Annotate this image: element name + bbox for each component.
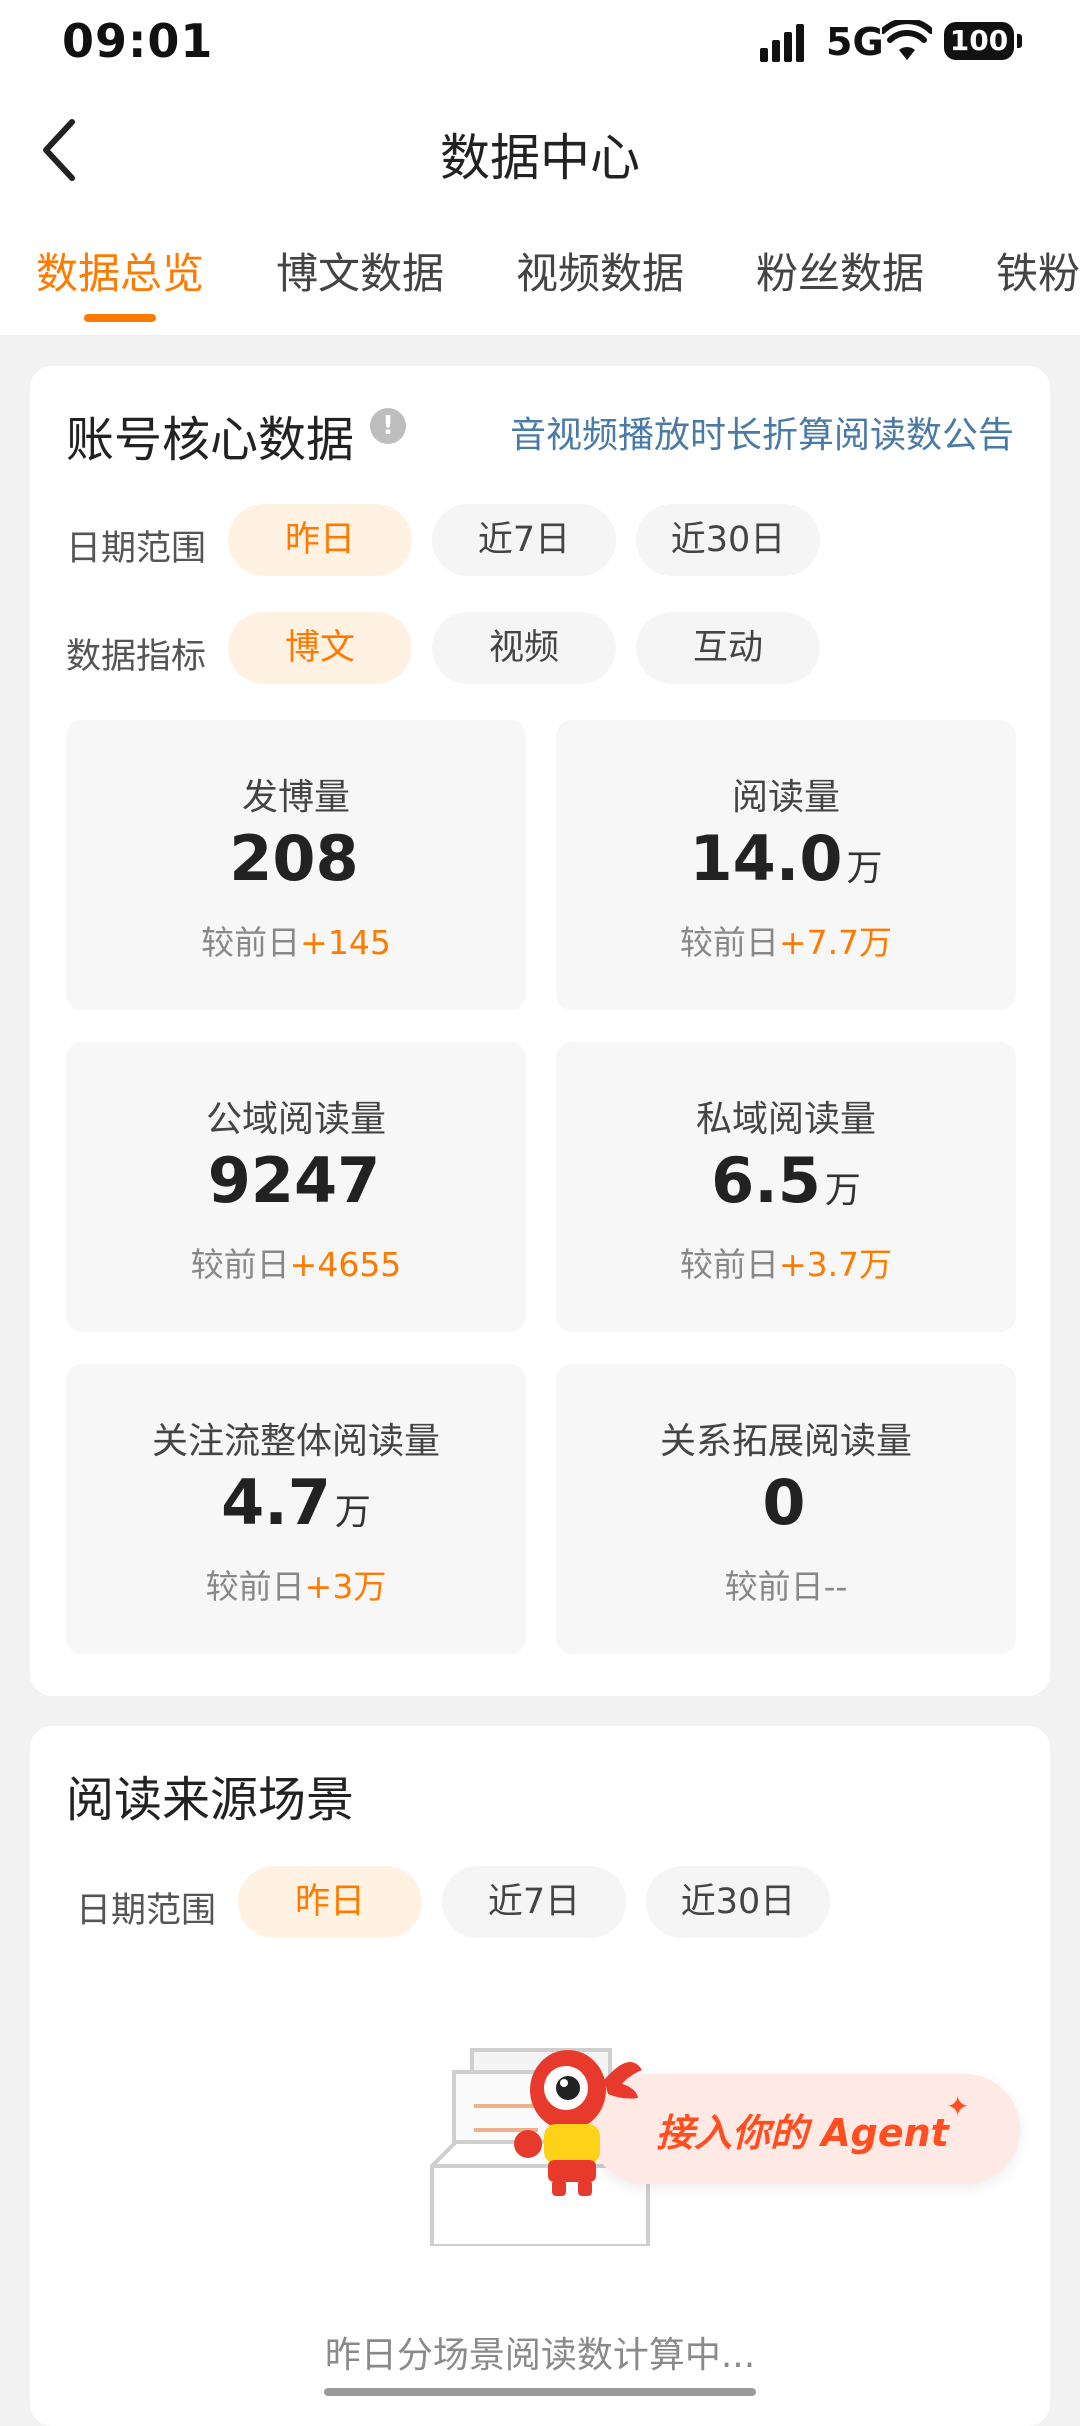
compare-prefix: 较前日 bbox=[679, 923, 779, 962]
metric-label: 数据指标 bbox=[66, 637, 207, 677]
source-date-range-label: 日期范围 bbox=[76, 1891, 217, 1931]
compare-value: -- bbox=[823, 1567, 848, 1606]
stat-unit: 万 bbox=[334, 1492, 371, 1533]
tab-video-data[interactable]: 视频数据 bbox=[516, 240, 684, 301]
tab-overview[interactable]: 数据总览 bbox=[36, 240, 204, 301]
home-indicator[interactable] bbox=[324, 2388, 756, 2396]
stat-unit: 万 bbox=[824, 1170, 861, 1211]
compare-value: +3.7万 bbox=[778, 1245, 893, 1284]
mascot-icon[interactable] bbox=[508, 2040, 658, 2200]
stat-value: 208 bbox=[229, 822, 359, 895]
source-date-option-yesterday[interactable]: 昨日 bbox=[238, 1866, 422, 1938]
notice-link[interactable]: 音视频播放时长折算阅读数公告 bbox=[510, 406, 1014, 458]
stat-value: 4.7 bbox=[221, 1466, 331, 1539]
stat-label: 私域阅读量 bbox=[695, 1099, 876, 1140]
active-tab-indicator bbox=[84, 314, 156, 322]
stat-value: 9247 bbox=[207, 1144, 381, 1217]
compare-value: +145 bbox=[300, 923, 391, 962]
agent-banner-text: 接入你的 Agent bbox=[656, 2111, 949, 2155]
metric-option-interaction[interactable]: 互动 bbox=[636, 612, 820, 684]
stat-read-count[interactable]: 阅读量 14.0 万 较前日+7.7万 bbox=[556, 720, 1016, 1010]
metric-option-post[interactable]: 博文 bbox=[228, 612, 412, 684]
tab-iron-fans[interactable]: 铁粉 bbox=[996, 240, 1080, 301]
compare-prefix: 较前日 bbox=[190, 1245, 290, 1284]
metric-option-video[interactable]: 视频 bbox=[432, 612, 616, 684]
compare-prefix: 较前日 bbox=[679, 1245, 779, 1284]
compare-value: +7.7万 bbox=[778, 923, 893, 962]
battery-icon: 100 bbox=[944, 22, 1022, 60]
stat-follow-feed-read[interactable]: 关注流整体阅读量 4.7 万 较前日+3万 bbox=[66, 1364, 526, 1654]
compare-prefix: 较前日 bbox=[724, 1567, 824, 1606]
stat-label: 关系拓展阅读量 bbox=[659, 1421, 912, 1462]
loading-text: 昨日分场景阅读数计算中... bbox=[324, 2335, 756, 2376]
stat-value: 14.0 bbox=[689, 822, 843, 895]
tab-post-data[interactable]: 博文数据 bbox=[276, 240, 444, 301]
date-option-yesterday[interactable]: 昨日 bbox=[228, 504, 412, 576]
core-data-title: 账号核心数据 bbox=[66, 412, 355, 468]
stat-value: 0 bbox=[762, 1466, 806, 1539]
info-icon[interactable]: ! bbox=[370, 408, 406, 444]
page-title: 数据中心 bbox=[440, 129, 640, 187]
stat-label: 发博量 bbox=[241, 777, 350, 818]
stat-unit: 万 bbox=[846, 848, 883, 889]
compare-value: +3万 bbox=[304, 1567, 387, 1606]
stat-label: 阅读量 bbox=[731, 777, 840, 818]
wifi-icon bbox=[882, 20, 932, 60]
read-source-title: 阅读来源场景 bbox=[66, 1772, 355, 1828]
source-date-option-30days[interactable]: 近30日 bbox=[646, 1866, 830, 1938]
stat-label: 公域阅读量 bbox=[205, 1099, 386, 1140]
status-bar: 09:01 5G 100 bbox=[0, 0, 1080, 84]
stat-relation-read[interactable]: 关系拓展阅读量 0 较前日-- bbox=[556, 1364, 1016, 1654]
date-range-label: 日期范围 bbox=[66, 529, 207, 569]
sparkle-icon: ✦ bbox=[946, 2090, 970, 2123]
stat-label: 关注流整体阅读量 bbox=[151, 1421, 440, 1462]
status-time: 09:01 bbox=[62, 14, 214, 68]
source-date-option-7days[interactable]: 近7日 bbox=[442, 1866, 626, 1938]
stat-public-read[interactable]: 公域阅读量 9247 较前日+4655 bbox=[66, 1042, 526, 1332]
compare-value: +4655 bbox=[289, 1245, 402, 1284]
tab-bar: 数据总览 博文数据 视频数据 粉丝数据 铁粉 bbox=[0, 240, 1080, 330]
network-type: 5G bbox=[826, 20, 884, 64]
stat-value: 6.5 bbox=[711, 1144, 821, 1217]
stat-post-count[interactable]: 发博量 208 较前日+145 bbox=[66, 720, 526, 1010]
tab-fans-data[interactable]: 粉丝数据 bbox=[756, 240, 924, 301]
compare-prefix: 较前日 bbox=[201, 923, 301, 962]
compare-prefix: 较前日 bbox=[205, 1567, 305, 1606]
signal-icon bbox=[760, 22, 812, 62]
date-option-30days[interactable]: 近30日 bbox=[636, 504, 820, 576]
date-option-7days[interactable]: 近7日 bbox=[432, 504, 616, 576]
stat-private-read[interactable]: 私域阅读量 6.5 万 较前日+3.7万 bbox=[556, 1042, 1016, 1332]
